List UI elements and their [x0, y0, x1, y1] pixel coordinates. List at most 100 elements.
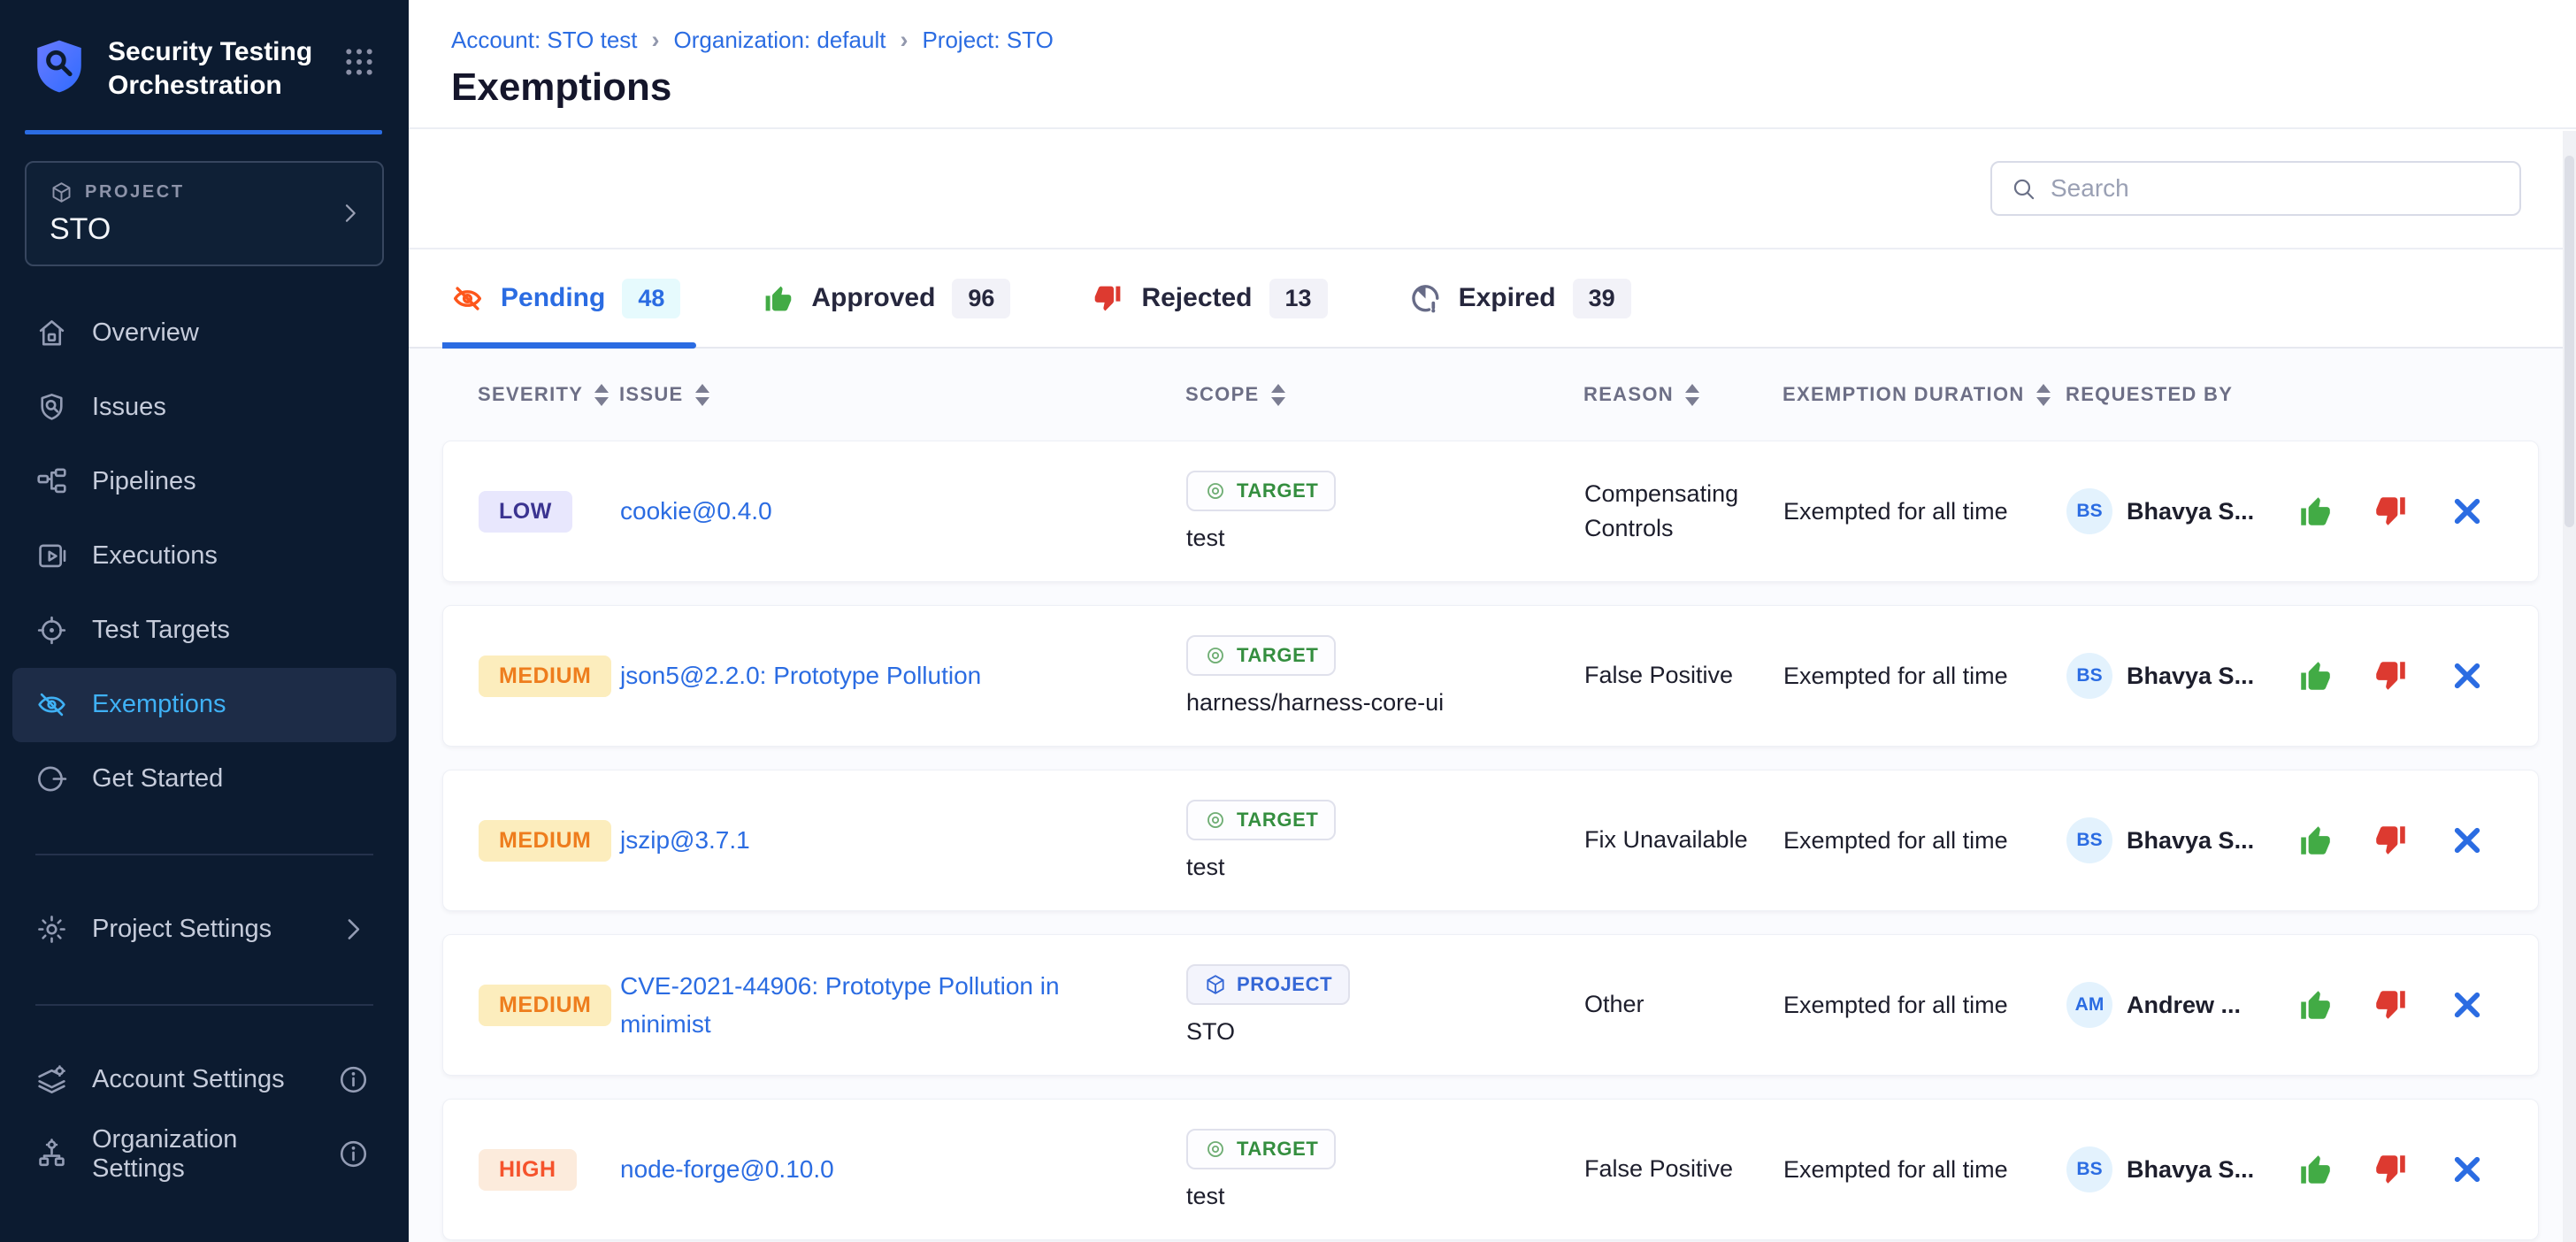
- info-icon[interactable]: [337, 1138, 370, 1170]
- target-circle-icon: [1204, 1138, 1227, 1161]
- status-tabs: Pending48 Approved 96 Rejected13 Expired39: [409, 249, 2576, 349]
- avatar: BS: [2066, 488, 2112, 534]
- actions-cell: [2296, 1151, 2503, 1188]
- breadcrumb-link-account-sto-test[interactable]: Account: STO test: [451, 27, 638, 54]
- approve-button[interactable]: [2296, 822, 2334, 859]
- reason-cell: Compensating Controls: [1584, 477, 1783, 546]
- scope-type-badge: TARGET: [1186, 471, 1336, 511]
- sidebar-item-label: Pipelines: [92, 467, 196, 496]
- tab-count-badge: 96: [952, 279, 1010, 318]
- issue-link[interactable]: CVE-2021-44906: Prototype Pollution in m…: [620, 967, 1186, 1044]
- breadcrumb-separator: ›: [652, 27, 660, 54]
- severity-cell: LOW: [479, 491, 620, 533]
- severity-cell: MEDIUM: [479, 656, 620, 697]
- reject-button[interactable]: [2373, 822, 2410, 859]
- clock-history-icon: [1409, 282, 1442, 315]
- approve-button[interactable]: [2296, 493, 2334, 530]
- scope-name: STO: [1186, 1018, 1584, 1046]
- vertical-scrollbar[interactable]: [2563, 131, 2576, 1242]
- sidebar-item-issues[interactable]: Issues: [0, 371, 409, 445]
- issue-cell: json5@2.2.0: Prototype Pollution: [620, 656, 1186, 694]
- approve-button[interactable]: [2296, 657, 2334, 694]
- column-header-scope[interactable]: Scope: [1185, 383, 1583, 406]
- target-circle-icon: [1204, 644, 1227, 667]
- project-selector-label: PROJECT: [85, 182, 185, 203]
- column-header-issue[interactable]: Issue: [619, 383, 1185, 406]
- module-grid-icon[interactable]: [341, 44, 377, 80]
- pipelines-icon: [35, 465, 68, 498]
- project-selector[interactable]: PROJECT STO: [25, 161, 384, 266]
- avatar: AM: [2066, 982, 2112, 1028]
- exemption-row: MEDIUMCVE-2021-44906: Prototype Pollutio…: [442, 934, 2539, 1076]
- cancel-request-button[interactable]: [2449, 822, 2486, 859]
- search-input[interactable]: [2051, 174, 2502, 203]
- reject-button[interactable]: [2373, 1151, 2410, 1188]
- target-circle-icon: [1204, 809, 1227, 832]
- page-header: Account: STO test›Organization: default›…: [409, 0, 2576, 129]
- column-header-reason[interactable]: Reason: [1583, 383, 1782, 406]
- sidebar-item-label: Account Settings: [92, 1065, 285, 1094]
- issue-link[interactable]: node-forge@0.10.0: [620, 1150, 1186, 1188]
- exemption-row: MEDIUMjszip@3.7.1TARGETtestFix Unavailab…: [442, 770, 2539, 911]
- severity-badge: LOW: [479, 491, 572, 533]
- sidebar-item-account-settings[interactable]: Account Settings: [0, 1043, 409, 1117]
- breadcrumb-link-organization-default[interactable]: Organization: default: [674, 27, 886, 54]
- issue-cell: CVE-2021-44906: Prototype Pollution in m…: [620, 967, 1186, 1044]
- requested-by-cell: BSBhavya S...: [2066, 1146, 2296, 1192]
- issue-link[interactable]: cookie@0.4.0: [620, 492, 1186, 530]
- reject-button[interactable]: [2373, 657, 2410, 694]
- column-label: Requested By: [2066, 383, 2233, 406]
- tab-pending[interactable]: Pending48: [451, 249, 680, 347]
- severity-badge: MEDIUM: [479, 985, 611, 1026]
- page-title: Exemptions: [451, 65, 2534, 110]
- sidebar-item-organization-settings[interactable]: Organization Settings: [0, 1117, 409, 1192]
- sidebar-item-executions[interactable]: Executions: [0, 519, 409, 594]
- cancel-request-button[interactable]: [2449, 1151, 2486, 1188]
- severity-cell: HIGH: [479, 1149, 620, 1191]
- sort-icon: [594, 384, 609, 406]
- column-header-exemption-duration[interactable]: Exemption Duration: [1782, 383, 2066, 406]
- info-icon[interactable]: [337, 1063, 370, 1096]
- tab-expired[interactable]: Expired39: [1409, 249, 1631, 347]
- breadcrumb-link-project-sto[interactable]: Project: STO: [922, 27, 1053, 54]
- target-circle-icon: [1204, 479, 1227, 502]
- column-header-severity[interactable]: Severity: [478, 383, 619, 406]
- requester-name: Bhavya S...: [2127, 498, 2254, 525]
- sidebar-header: Security Testing Orchestration: [0, 0, 409, 130]
- sidebar-item-pipelines[interactable]: Pipelines: [0, 445, 409, 519]
- reject-button[interactable]: [2373, 986, 2410, 1024]
- cancel-request-button[interactable]: [2449, 657, 2486, 694]
- sidebar-item-exemptions[interactable]: Exemptions: [12, 668, 396, 742]
- scope-name: test: [1186, 525, 1584, 552]
- exemptions-table: SeverityIssueScopeReason Exemption Durati…: [409, 349, 2576, 1242]
- requester-name: Bhavya S...: [2127, 1156, 2254, 1184]
- scope-type-label: TARGET: [1237, 1138, 1318, 1161]
- issue-link[interactable]: jszip@3.7.1: [620, 821, 1186, 859]
- scope-cell: TARGETtest: [1186, 1129, 1584, 1210]
- tab-label: Approved: [811, 283, 935, 313]
- sidebar-item-project-settings[interactable]: Project Settings: [0, 893, 409, 967]
- requester-name: Bhavya S...: [2127, 827, 2254, 855]
- cancel-request-button[interactable]: [2449, 493, 2486, 530]
- issue-link[interactable]: json5@2.2.0: Prototype Pollution: [620, 656, 1186, 694]
- column-label: Reason: [1583, 383, 1674, 406]
- cube-icon: [1204, 973, 1227, 996]
- cube-icon: [50, 180, 73, 204]
- thumb-up-icon: [762, 282, 794, 315]
- scrollbar-thumb[interactable]: [2564, 156, 2574, 527]
- sidebar-item-test-targets[interactable]: Test Targets: [0, 594, 409, 668]
- sidebar-divider: [35, 1004, 373, 1006]
- tab-approved[interactable]: Approved 96: [762, 249, 1010, 347]
- issue-cell: jszip@3.7.1: [620, 821, 1186, 859]
- tab-rejected[interactable]: Rejected13: [1092, 249, 1327, 347]
- avatar: BS: [2066, 653, 2112, 699]
- sidebar-item-overview[interactable]: Overview: [0, 296, 409, 371]
- approve-button[interactable]: [2296, 986, 2334, 1024]
- tab-count-badge: 48: [622, 279, 680, 318]
- sidebar-item-get-started[interactable]: Get Started: [0, 742, 409, 816]
- eye-off-icon: [451, 282, 484, 315]
- approve-button[interactable]: [2296, 1151, 2334, 1188]
- cancel-request-button[interactable]: [2449, 986, 2486, 1024]
- reject-button[interactable]: [2373, 493, 2410, 530]
- exemption-row: HIGHnode-forge@0.10.0TARGETtestFalse Pos…: [442, 1099, 2539, 1240]
